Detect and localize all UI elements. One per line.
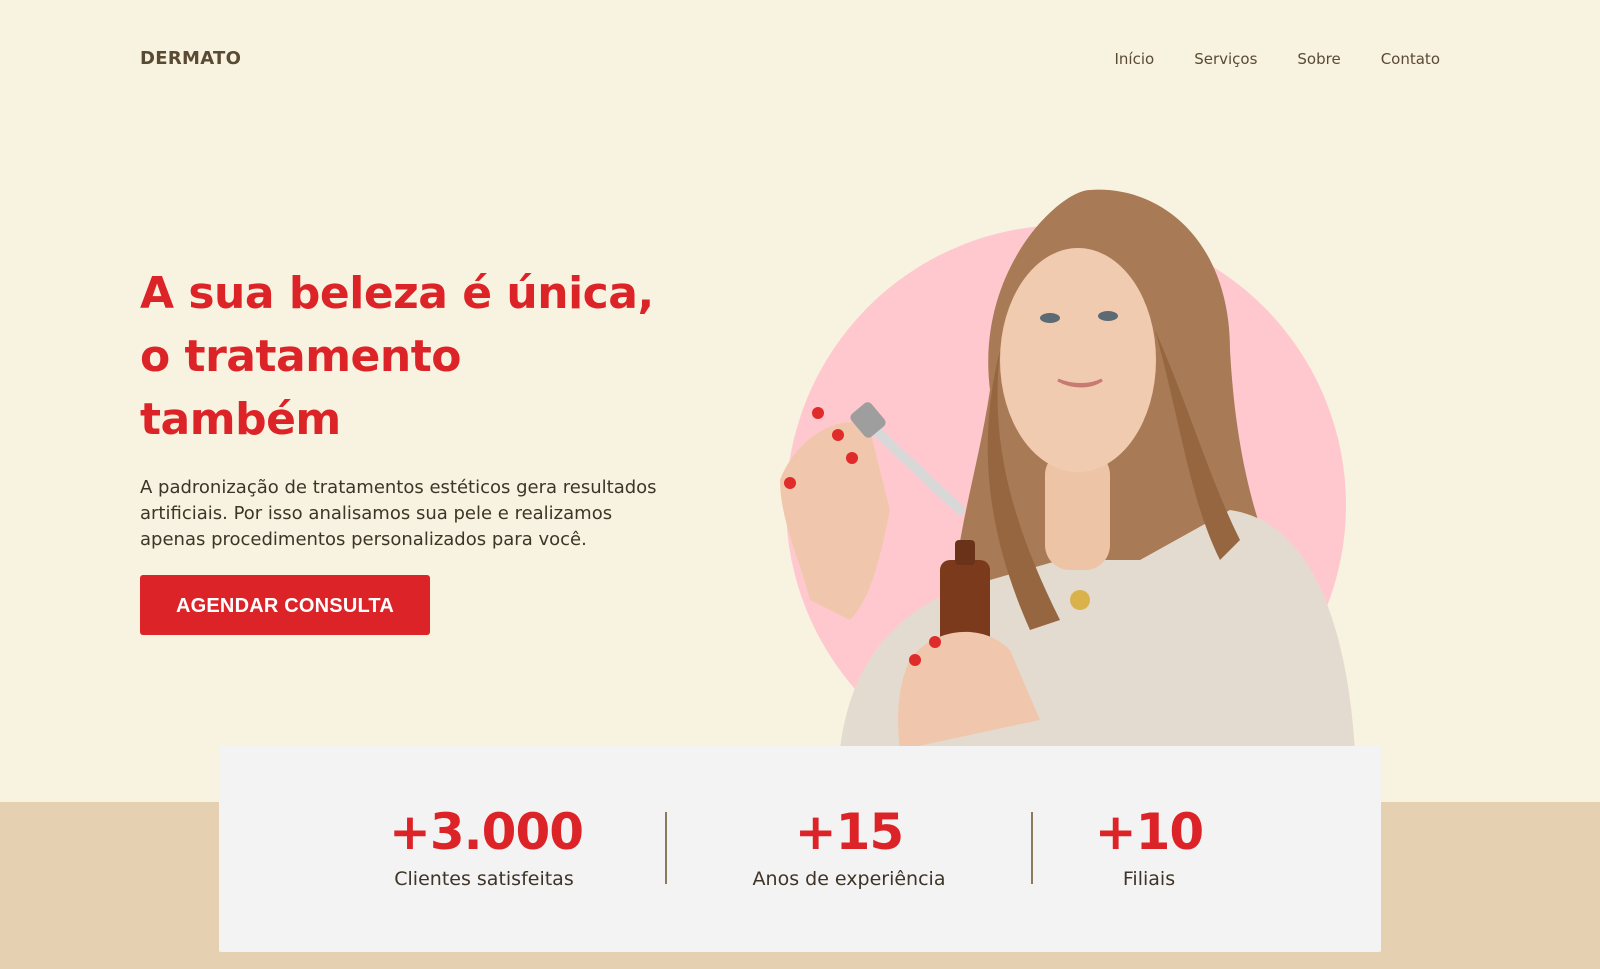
right-eye bbox=[1098, 311, 1118, 321]
left-eye bbox=[1040, 313, 1060, 323]
nail bbox=[909, 654, 921, 666]
stat-label: Filiais bbox=[1122, 868, 1176, 890]
serum-bottle-neck bbox=[955, 540, 975, 565]
hero-description: A padronização de tratamentos estéticos … bbox=[140, 477, 657, 550]
nav-link-sobre[interactable]: Sobre bbox=[1297, 50, 1340, 68]
main-nav: Início Serviços Sobre Contato bbox=[1115, 50, 1441, 68]
stat-value: +15 bbox=[794, 803, 904, 861]
nail bbox=[812, 407, 824, 419]
stat-divider bbox=[665, 812, 667, 884]
hero-image bbox=[760, 180, 1360, 785]
stats-card: +3.000 Clientes satisfeitas +15 Anos de … bbox=[219, 746, 1381, 952]
stat-label: Clientes satisfeitas bbox=[394, 868, 574, 890]
hero-title-line-3: também bbox=[140, 394, 341, 445]
hero-title-line-1: A sua beleza é única, bbox=[140, 268, 654, 319]
face-shape bbox=[1000, 248, 1156, 472]
stat-label: Anos de experiência bbox=[752, 868, 946, 890]
hero-title: A sua beleza é única, o tratamento també… bbox=[140, 262, 680, 451]
stat-value: +10 bbox=[1094, 803, 1204, 861]
nail bbox=[832, 429, 844, 441]
hero-title-line-2: o tratamento bbox=[140, 331, 461, 382]
logo[interactable]: DERMATO bbox=[140, 48, 241, 69]
stat-divider bbox=[1031, 812, 1033, 884]
stat-branches: +10 Filiais bbox=[1089, 804, 1209, 890]
nail bbox=[929, 636, 941, 648]
nail bbox=[846, 452, 858, 464]
hero-section: A sua beleza é única, o tratamento també… bbox=[140, 262, 680, 635]
stat-clients: +3.000 Clientes satisfeitas bbox=[389, 803, 584, 890]
nail bbox=[784, 477, 796, 489]
nav-link-contato[interactable]: Contato bbox=[1381, 50, 1440, 68]
stat-value: +3.000 bbox=[389, 803, 584, 861]
stat-experience: +15 Anos de experiência bbox=[739, 804, 959, 890]
necklace-pendant bbox=[1070, 590, 1090, 610]
schedule-appointment-button[interactable]: AGENDAR CONSULTA bbox=[140, 575, 430, 635]
nav-link-servicos[interactable]: Serviços bbox=[1194, 50, 1257, 68]
nav-link-inicio[interactable]: Início bbox=[1115, 50, 1155, 68]
woman-holding-serum-dropper-illustration bbox=[780, 189, 1355, 785]
